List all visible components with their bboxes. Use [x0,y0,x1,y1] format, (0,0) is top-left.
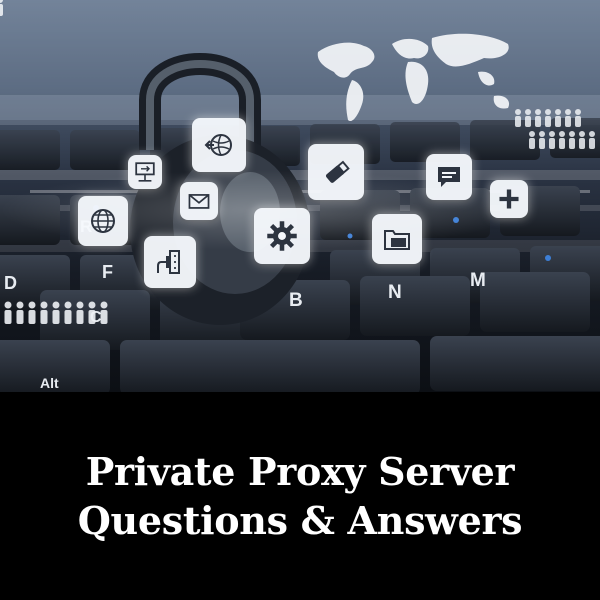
people-group-left [4,301,108,324]
key-letter-b: B [289,290,303,311]
plus-tile [490,180,528,218]
monitor-network-icon [135,162,155,182]
globe-arrow-icon [204,134,232,156]
chat-tile [426,154,472,200]
gear-tile [254,208,310,264]
network-plug-icon [157,250,180,274]
caption-banner: Private Proxy Server Questions & Answers [0,392,600,600]
chat-bubble-icon [438,167,460,187]
globe-tile [78,196,128,246]
mail-icon [188,194,210,209]
key-letter-n: N [388,282,402,303]
globe-arrow-tile [192,118,246,172]
key-letter-alt: Alt [40,375,59,391]
mail-tile [180,182,218,220]
plus-icon [499,189,519,209]
key-letter-d: D [4,273,17,293]
key-letter-f: F [102,262,113,282]
globe-icon [91,209,115,233]
folder-icon [384,230,410,250]
gear-icon [267,221,297,251]
headline-line-2: Questions & Answers [77,498,523,543]
monitor-network-tile [128,155,162,189]
hero-photo: R F D C V B N M Alt [0,0,600,392]
headline-line-1: Private Proxy Server [85,448,515,494]
network-plug-tile [144,236,196,288]
folder-tile [372,214,422,264]
usb-drive-icon [325,160,350,183]
key-letter-m: M [470,270,486,291]
usb-drive-tile [308,144,364,200]
